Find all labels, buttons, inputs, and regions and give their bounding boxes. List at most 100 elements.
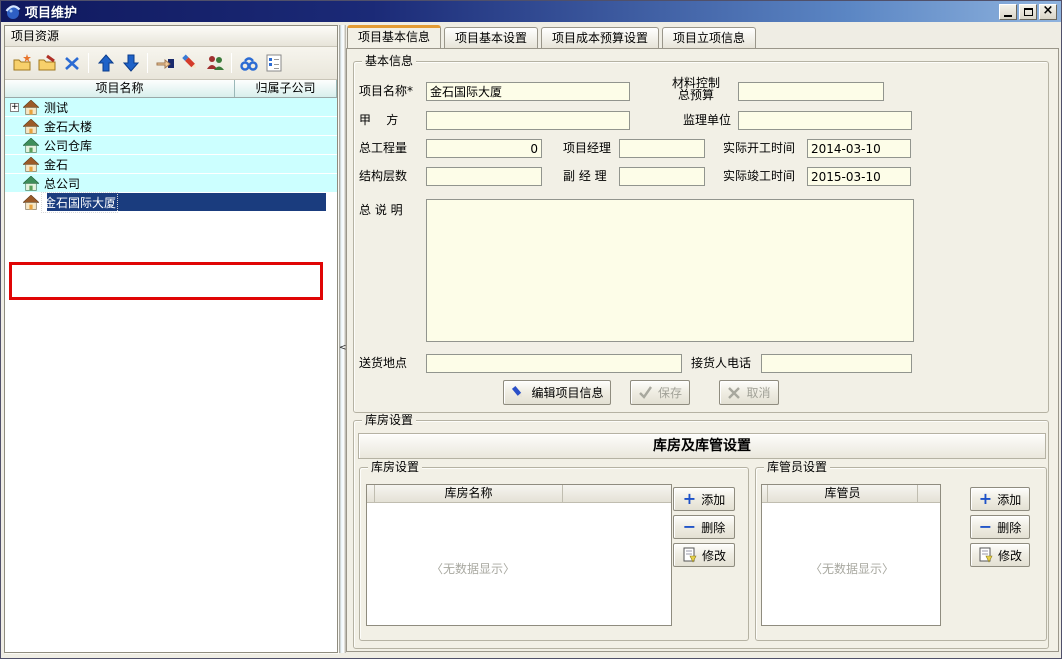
tree-row[interactable]: 公司仓库 [5, 136, 337, 155]
storeroom-add-button[interactable]: + 添加 [673, 487, 735, 511]
window-title: 项目维护 [25, 2, 999, 21]
total-quantity-input[interactable] [426, 139, 542, 158]
cancel-button[interactable]: 取消 [719, 380, 779, 405]
edit-pen-icon [510, 385, 526, 401]
checklist-button[interactable] [261, 51, 286, 76]
assign-button[interactable] [152, 51, 177, 76]
storekeeper-list[interactable]: 库管员 〈无数据显示〉 [761, 484, 941, 626]
add-folder-icon [12, 53, 32, 73]
house-icon [23, 195, 39, 210]
minimize-button[interactable] [999, 4, 1017, 20]
move-up-button[interactable] [93, 51, 118, 76]
maximize-button[interactable] [1019, 4, 1037, 20]
deputy-manager-input[interactable] [619, 167, 705, 186]
minimize-icon [1004, 15, 1012, 17]
save-button-label: 保存 [658, 384, 682, 401]
storeroom-name-column-header[interactable]: 库房名称 [375, 485, 563, 502]
summary-textarea[interactable] [426, 199, 914, 342]
house-icon [23, 100, 39, 115]
edit-project-info-button[interactable]: 编辑项目信息 [503, 380, 611, 405]
tree-row[interactable]: 总公司 [5, 174, 337, 193]
tree-row-selected[interactable]: 金石国际大厦 [5, 193, 337, 212]
app-logo-icon [5, 4, 21, 20]
tree-row[interactable]: 金石大楼 [5, 117, 337, 136]
move-down-button[interactable] [118, 51, 143, 76]
tab-basic-settings[interactable]: 项目基本设置 [444, 27, 538, 48]
tab-page-basic-info: 基本信息 项目名称* 材料控制总预算 甲 方 监理单位 总工程量 项目经理 实际… [346, 48, 1059, 652]
tab-strip: 项目基本信息 项目基本设置 项目成本预算设置 项目立项信息 [347, 25, 1059, 48]
remove-button-label: 删除 [701, 519, 725, 536]
structure-floors-input[interactable] [426, 167, 542, 186]
add-folder-button[interactable] [9, 51, 34, 76]
actual-start-input[interactable] [807, 139, 911, 158]
actual-finish-input[interactable] [807, 167, 911, 186]
modify-doc-icon [682, 547, 697, 563]
groupbox-title: 库房设置 [362, 413, 416, 427]
tree-toolbar [5, 47, 337, 80]
storeroom-remove-button[interactable]: − 删除 [673, 515, 735, 539]
x-icon [727, 386, 741, 400]
tree-row[interactable]: + 测试 [5, 98, 337, 117]
search-button[interactable] [236, 51, 261, 76]
users-button[interactable] [202, 51, 227, 76]
panel-caption: 项目资源 [5, 26, 337, 47]
cancel-button-label: 取消 [746, 384, 770, 401]
plus-icon: + [979, 493, 992, 505]
tree-row[interactable]: 金石 [5, 155, 337, 174]
material-budget-label-line2: 总预算 [678, 88, 714, 102]
toolbar-separator [231, 53, 232, 73]
save-button[interactable]: 保存 [630, 380, 690, 405]
users-icon [205, 53, 225, 73]
delete-button[interactable] [59, 51, 84, 76]
delivery-address-input[interactable] [426, 354, 682, 373]
structure-floors-label: 结构层数 [359, 167, 407, 186]
basic-info-groupbox: 基本信息 项目名称* 材料控制总预算 甲 方 监理单位 总工程量 项目经理 实际… [353, 61, 1049, 413]
edit-button-label: 编辑项目信息 [531, 384, 603, 401]
column-header-subsidiary[interactable]: 归属子公司 [235, 80, 337, 97]
deputy-manager-label: 副 经 理 [563, 167, 607, 186]
storekeeper-list-header: 库管员 [762, 485, 940, 503]
project-manager-input[interactable] [619, 139, 705, 158]
arrow-up-icon [96, 53, 116, 73]
material-budget-input[interactable] [738, 82, 884, 101]
close-button[interactable]: × [1039, 4, 1057, 20]
party-a-label: 甲 方 [359, 111, 398, 130]
storeroom-groupbox: 库房设置 库房名称 〈无数据显示〉 + 添加 − 删除 [359, 467, 749, 641]
detail-panel: 项目基本信息 项目基本设置 项目成本预算设置 项目立项信息 基本信息 项目名称*… [346, 24, 1059, 654]
column-header-project-name[interactable]: 项目名称 [5, 80, 235, 97]
edit-folder-icon [37, 53, 57, 73]
receiver-phone-label: 接货人电话 [691, 354, 751, 373]
tab-project-approval-info[interactable]: 项目立项信息 [662, 27, 756, 48]
receiver-phone-input[interactable] [761, 354, 912, 373]
expand-plus-icon[interactable]: + [10, 103, 19, 112]
edit-folder-button[interactable] [34, 51, 59, 76]
storekeeper-groupbox: 库管员设置 库管员 〈无数据显示〉 + 添加 − 删除 [755, 467, 1047, 641]
no-data-message: 〈无数据显示〉 [762, 560, 942, 577]
header-stub-cell [367, 485, 375, 502]
storeroom-list[interactable]: 库房名称 〈无数据显示〉 [366, 484, 672, 626]
maximize-icon [1024, 8, 1033, 16]
storekeeper-remove-button[interactable]: − 删除 [970, 515, 1030, 539]
storekeeper-modify-button[interactable]: 修改 [970, 543, 1030, 567]
tab-cost-budget-settings[interactable]: 项目成本预算设置 [541, 27, 659, 48]
tree-item-label: 金石国际大厦 [43, 194, 116, 211]
panel-splitter[interactable]: < [339, 25, 346, 653]
storeroom-modify-button[interactable]: 修改 [673, 543, 735, 567]
tree-item-label: 公司仓库 [43, 137, 92, 154]
project-name-label: 项目名称* [359, 82, 413, 101]
add-button-label: 添加 [701, 491, 725, 508]
party-a-input[interactable] [426, 111, 630, 130]
tab-basic-info[interactable]: 项目基本信息 [347, 25, 441, 48]
storekeeper-column-header[interactable]: 库管员 [768, 485, 918, 502]
groupbox-title: 库房设置 [368, 460, 422, 474]
collapse-arrow-icon[interactable]: < [339, 343, 346, 353]
house-green-icon [23, 138, 39, 153]
edit-pen-button[interactable] [177, 51, 202, 76]
storekeeper-add-button[interactable]: + 添加 [970, 487, 1030, 511]
delete-x-icon [62, 53, 82, 73]
title-bar: 项目维护 × [1, 1, 1061, 22]
project-name-input[interactable] [426, 82, 630, 101]
delivery-address-label: 送货地点 [359, 354, 407, 373]
supervision-unit-input[interactable] [738, 111, 912, 130]
app-window: 项目维护 × 项目资源 [0, 0, 1062, 659]
